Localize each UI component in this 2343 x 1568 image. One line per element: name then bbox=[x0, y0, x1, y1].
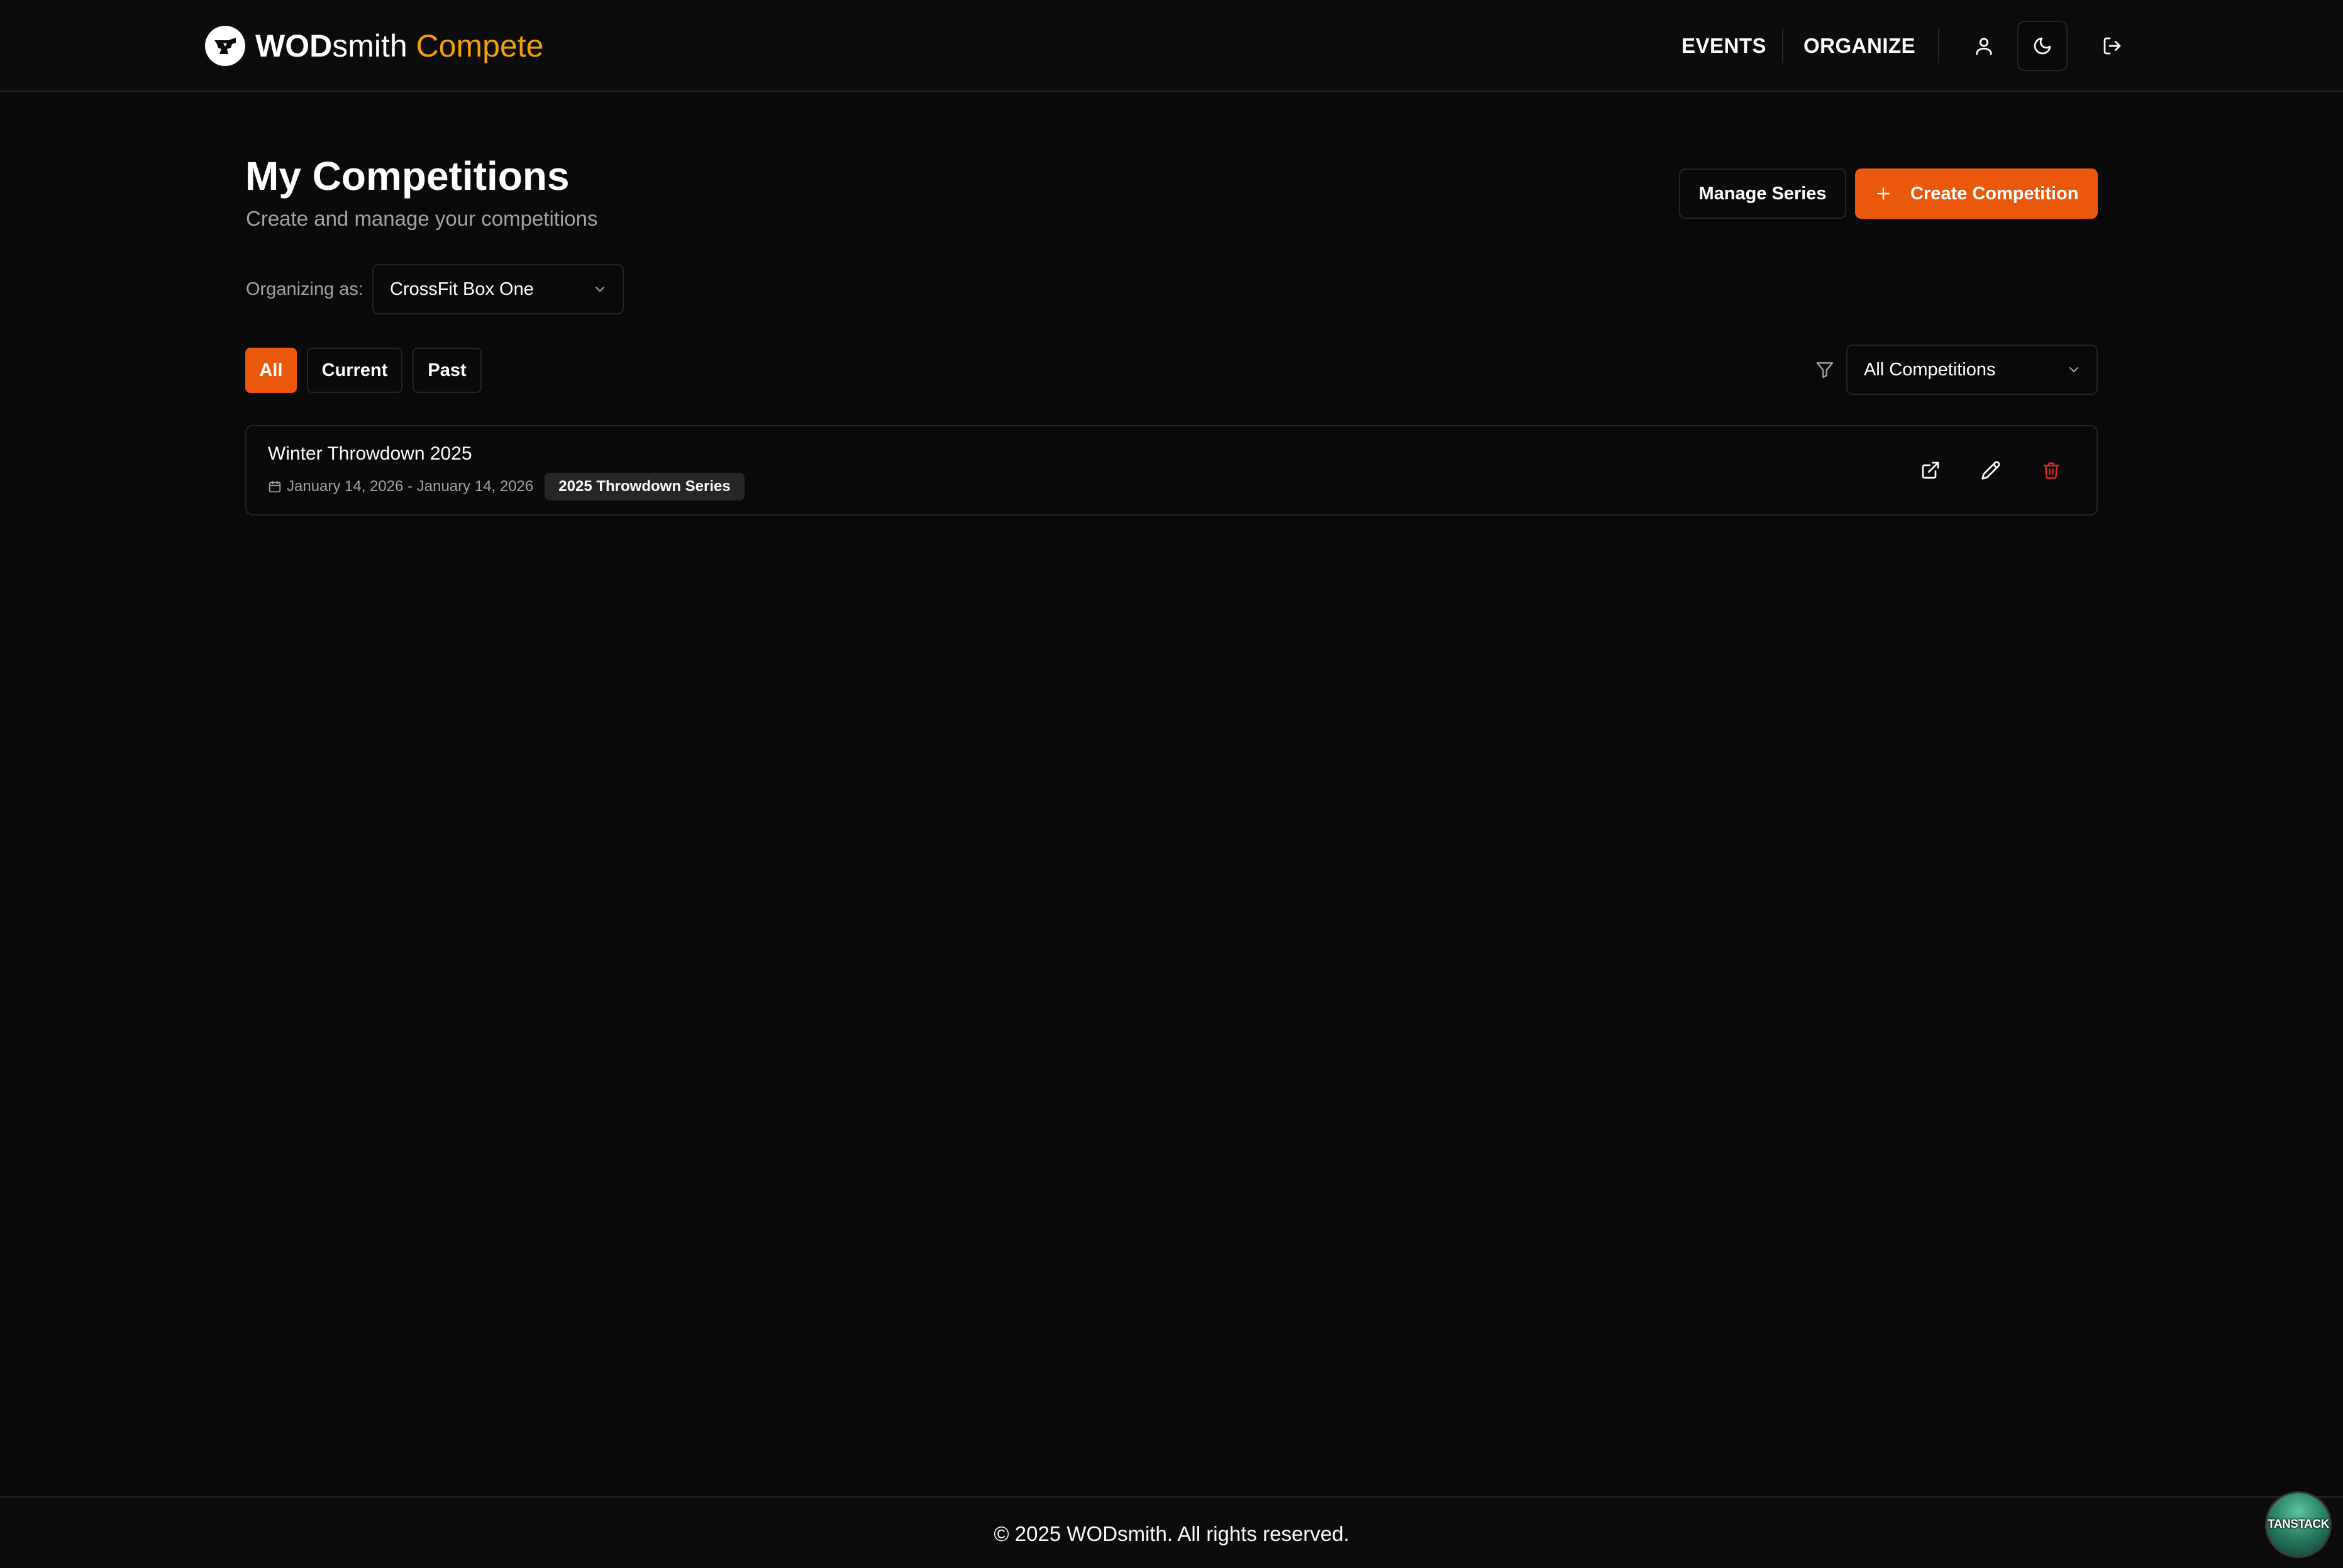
nav-events-link[interactable]: EVENTS bbox=[1681, 31, 1766, 60]
filter-tab-past[interactable]: Past bbox=[413, 348, 482, 393]
filter-icon bbox=[1816, 362, 1834, 378]
organizing-as-label: Organizing as: bbox=[246, 279, 363, 299]
competition-meta: January 14, 2026 - January 14, 2026 2025… bbox=[268, 473, 745, 500]
nav-divider bbox=[1782, 29, 1783, 63]
series-filter-select[interactable]: All Competitions bbox=[1846, 345, 2098, 395]
tanstack-logo-icon: TANSTACK bbox=[2268, 1518, 2329, 1531]
tanstack-devtools-button[interactable]: TANSTACK bbox=[2265, 1491, 2332, 1558]
series-filter-value: All Competitions bbox=[1864, 359, 1996, 380]
logout-icon bbox=[2103, 37, 2121, 55]
user-icon bbox=[1976, 38, 1992, 55]
create-competition-button[interactable]: Create Competition bbox=[1855, 168, 2098, 219]
organizer-select-value: CrossFit Box One bbox=[390, 279, 534, 299]
trash-icon bbox=[2043, 462, 2059, 479]
series-badge: 2025 Throwdown Series bbox=[545, 473, 745, 500]
page: WODsmith Compete EVENTS ORGANIZE My Comp… bbox=[0, 0, 2343, 1568]
competition-dates: January 14, 2026 - January 14, 2026 bbox=[287, 478, 534, 495]
filter-tab-current[interactable]: Current bbox=[307, 348, 402, 393]
delete-competition-button[interactable] bbox=[2032, 451, 2070, 489]
page-title: My Competitions bbox=[245, 153, 570, 199]
manage-series-button[interactable]: Manage Series bbox=[1679, 168, 1846, 219]
competition-name[interactable]: Winter Throwdown 2025 bbox=[268, 441, 472, 467]
pencil-icon bbox=[1981, 461, 2000, 480]
calendar-icon bbox=[269, 480, 281, 493]
filter-icon-wrapper bbox=[1811, 356, 1839, 384]
chevron-down-icon bbox=[2069, 367, 2078, 372]
theme-toggle-button[interactable] bbox=[2017, 21, 2068, 71]
view-public-page-button[interactable] bbox=[1912, 451, 1949, 489]
top-header: WODsmith Compete EVENTS ORGANIZE bbox=[0, 0, 2343, 92]
logout-button[interactable] bbox=[2093, 26, 2132, 65]
copyright-text: © 2025 WODsmith. All rights reserved. bbox=[994, 1522, 1349, 1545]
site-footer: © 2025 WODsmith. All rights reserved. bbox=[0, 1496, 2343, 1568]
nav-divider bbox=[1938, 29, 1939, 63]
competition-card[interactable]: Winter Throwdown 2025 January 14, 2026 -… bbox=[245, 425, 2098, 516]
external-link-icon bbox=[1922, 461, 1939, 479]
chevron-down-icon bbox=[595, 287, 604, 292]
filter-tab-all[interactable]: All bbox=[245, 348, 297, 393]
page-subtitle: Create and manage your competitions bbox=[246, 207, 598, 230]
organizer-select[interactable]: CrossFit Box One bbox=[372, 264, 624, 314]
main-nav: EVENTS ORGANIZE bbox=[0, 0, 2343, 92]
nav-organize-link[interactable]: ORGANIZE bbox=[1803, 31, 1915, 60]
create-competition-label: Create Competition bbox=[1910, 183, 2079, 204]
profile-button[interactable] bbox=[1964, 26, 2003, 65]
plus-icon bbox=[1877, 187, 1890, 200]
moon-icon bbox=[2034, 37, 2051, 55]
edit-competition-button[interactable] bbox=[1972, 451, 2010, 489]
